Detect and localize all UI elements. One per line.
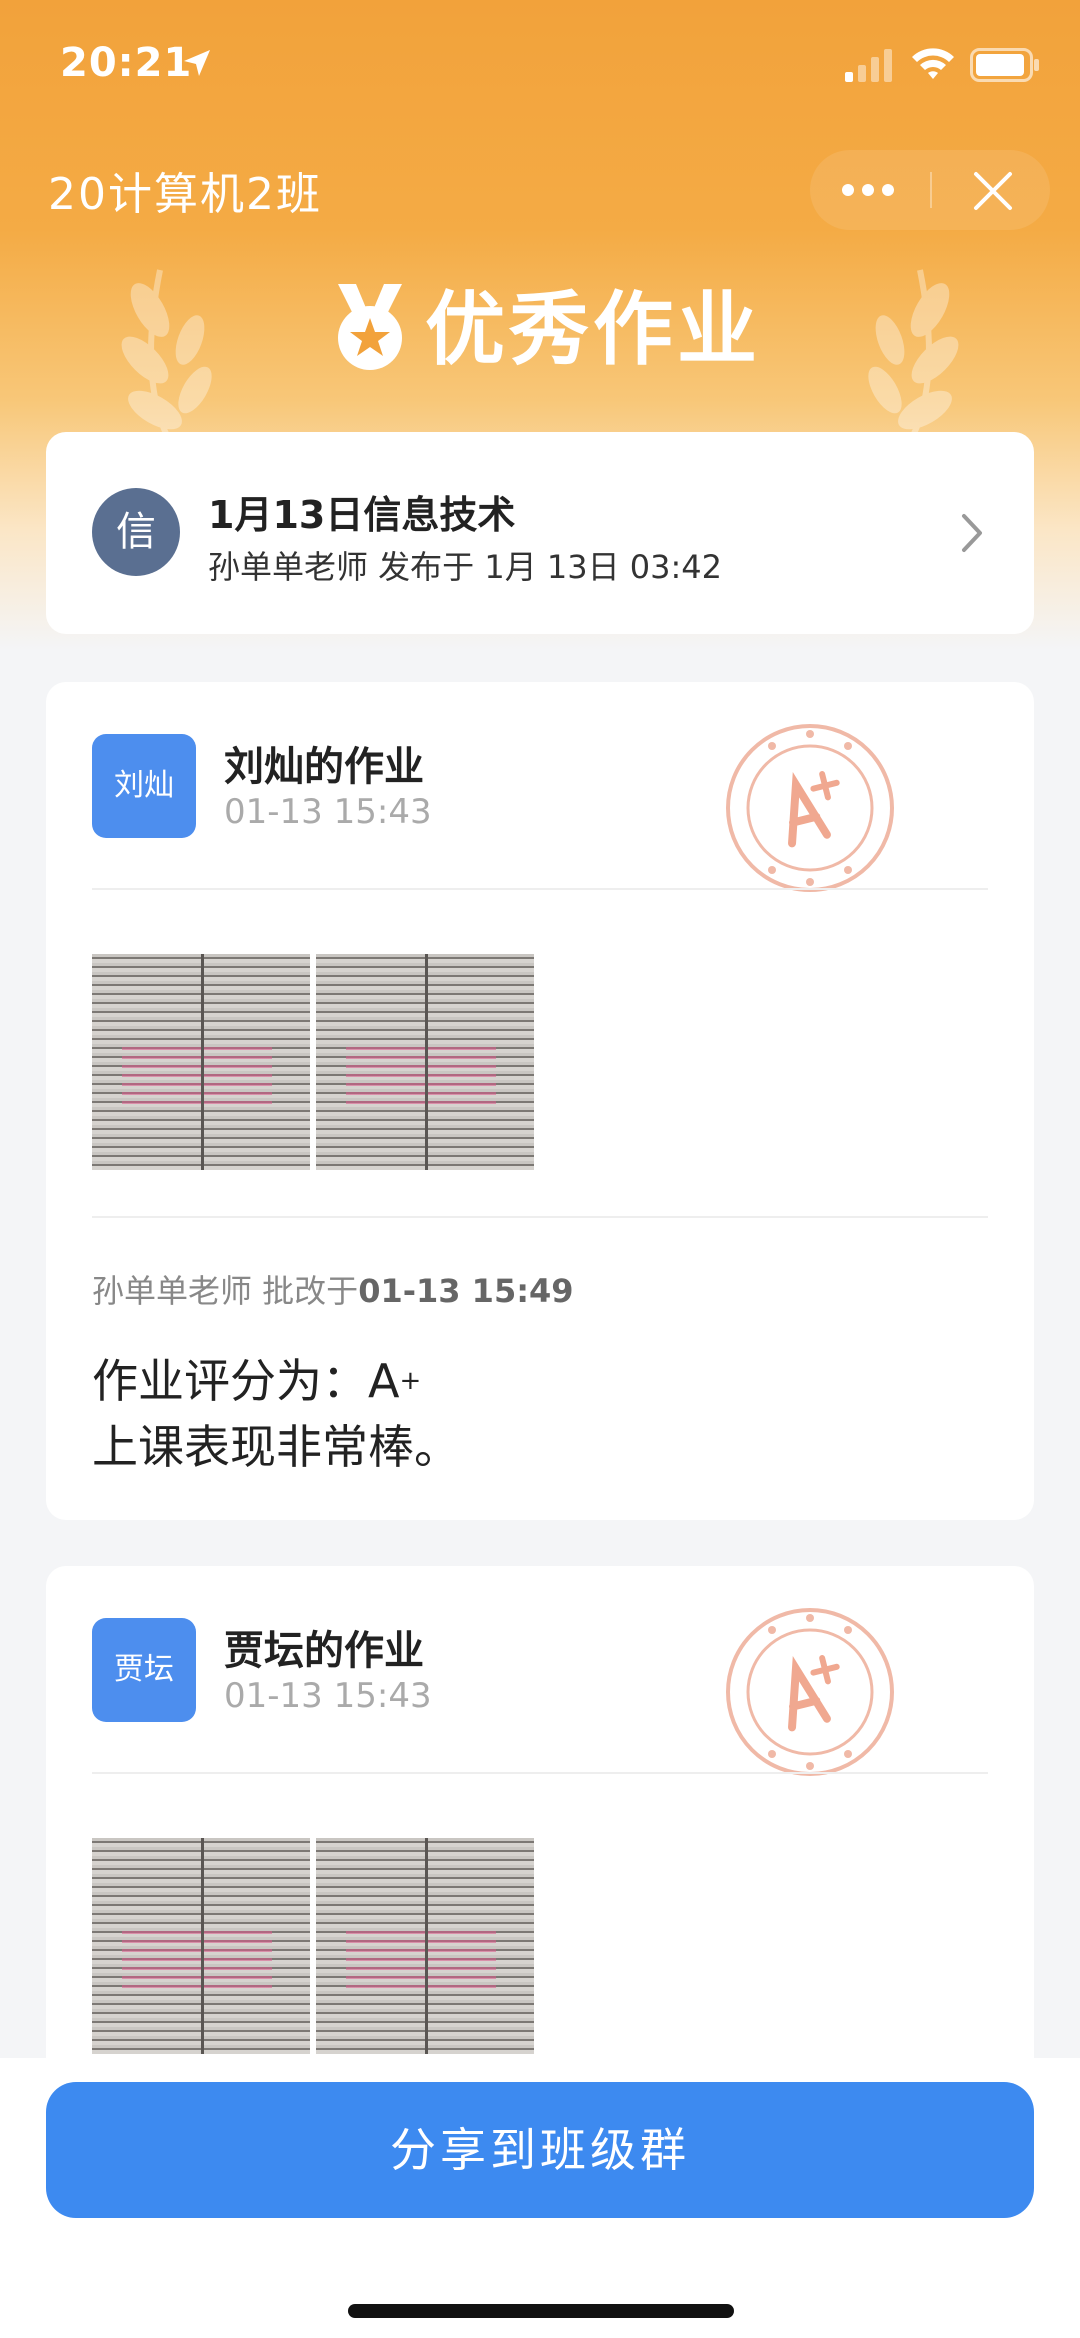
assignment-avatar: 信 [92, 488, 180, 576]
grade-sup: + [399, 1366, 422, 1396]
chevron-right-icon [962, 514, 982, 552]
grade-label: 作业评分为： [92, 1354, 368, 1408]
homework-time: 01-13 15:43 [224, 1676, 432, 1716]
title-bar: 20计算机2班 [0, 150, 1080, 230]
grade-value: A [368, 1354, 400, 1408]
banner-title: 优秀作业 [425, 283, 761, 376]
wifi-icon [912, 48, 954, 79]
student-avatar[interactable]: 刘灿 [92, 734, 196, 838]
review-info: 孙单单老师 批改于01-13 15:49 [92, 1266, 574, 1312]
homework-photo[interactable] [92, 1838, 310, 2054]
status-time: 20:21 [60, 40, 193, 86]
homework-title: 刘灿的作业 [224, 744, 424, 790]
assignment-card[interactable]: 信 1月13日信息技术 孙单单老师 发布于 1月 13日 03:42 [46, 432, 1034, 634]
divider [92, 1216, 988, 1218]
excellent-homework-banner: 优秀作业 [330, 278, 760, 378]
share-to-class-group-button[interactable]: 分享到班级群 [46, 2082, 1034, 2218]
student-avatar[interactable]: 贾坛 [92, 1618, 196, 1722]
status-bar: 20:21 [0, 0, 1080, 130]
assignment-subtitle: 孙单单老师 发布于 1月 13日 03:42 [208, 548, 722, 586]
teacher-comment: 上课表现非常棒。 [92, 1420, 460, 1474]
a-plus-stamp-icon [726, 1608, 894, 1776]
cellular-signal-icon [845, 49, 892, 82]
homework-time: 01-13 15:43 [224, 792, 432, 832]
homework-title: 贾坛的作业 [224, 1628, 424, 1674]
a-plus-stamp-icon [726, 724, 894, 892]
bottom-action-bar: 分享到班级群 [0, 2058, 1080, 2338]
grade-comment: 作业评分为：A+ 上课表现非常棒。 [92, 1348, 460, 1480]
location-arrow-icon [184, 50, 210, 76]
divider [92, 888, 988, 890]
battery-icon [970, 48, 1039, 82]
homework-photo[interactable] [92, 954, 310, 1170]
close-icon[interactable] [972, 170, 1014, 212]
capsule-divider [930, 172, 932, 208]
home-indicator[interactable] [348, 2304, 734, 2318]
medal-icon [338, 284, 402, 370]
divider [92, 1772, 988, 1774]
review-time: 01-13 15:49 [358, 1272, 574, 1310]
homework-card: 刘灿 刘灿的作业 01-13 15:43 孙单单老师 批改于01-13 15:4… [46, 682, 1034, 1520]
more-icon[interactable] [838, 174, 898, 206]
page-title: 20计算机2班 [48, 169, 322, 220]
homework-photo[interactable] [316, 954, 534, 1170]
homework-photo[interactable] [316, 1838, 534, 2054]
review-prefix: 孙单单老师 批改于 [92, 1272, 359, 1310]
assignment-title: 1月13日信息技术 [208, 493, 516, 537]
